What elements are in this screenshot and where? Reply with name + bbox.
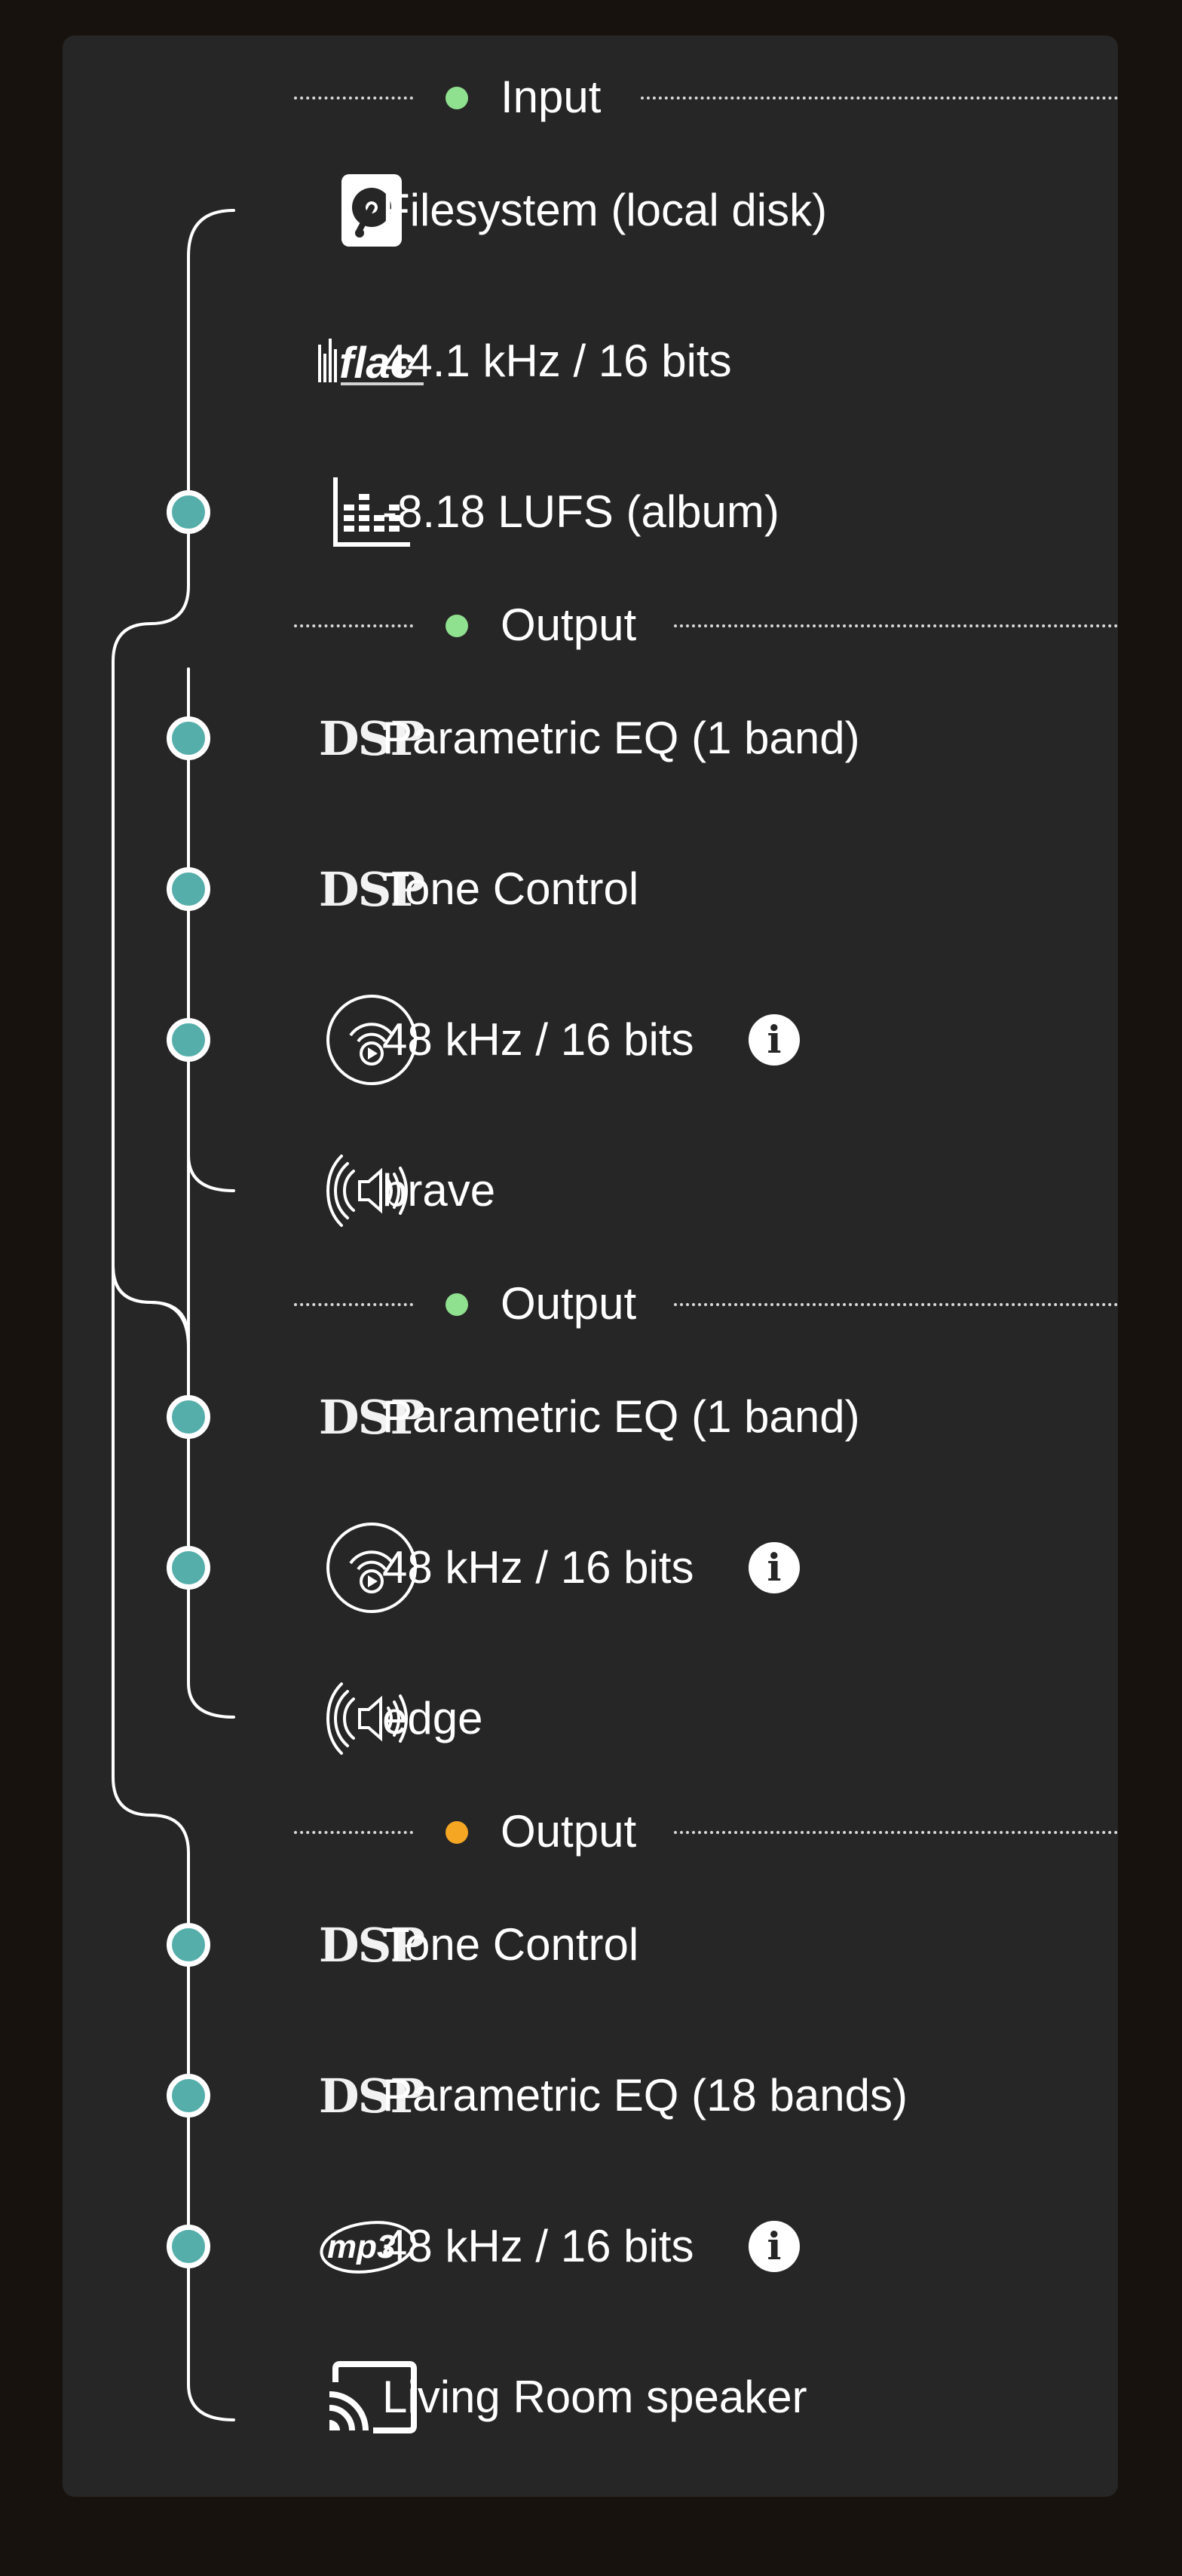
device-label: Living Room speaker bbox=[382, 2372, 807, 2422]
section-header-input: Input bbox=[294, 73, 1118, 121]
divider-left bbox=[294, 1831, 413, 1834]
section-title: Output bbox=[501, 600, 637, 650]
step-node bbox=[167, 716, 210, 760]
status-dot bbox=[446, 1293, 468, 1316]
output-2-line bbox=[112, 1265, 235, 1719]
input-node bbox=[167, 490, 210, 534]
section-header-output-1: Output bbox=[294, 601, 1118, 649]
input-source-label: Filesystem (local disk) bbox=[382, 185, 828, 235]
input-format-row: flac 44.1 kHz / 16 bits bbox=[63, 316, 1118, 406]
input-source-row: Filesystem (local disk) bbox=[63, 165, 1118, 256]
info-icon[interactable]: i bbox=[749, 2221, 800, 2272]
step-node bbox=[167, 867, 210, 911]
output-3-step-2: DSP Parametric EQ (18 bands) bbox=[63, 2050, 1118, 2141]
section-title: Output bbox=[501, 1806, 637, 1857]
divider-right bbox=[674, 1831, 1118, 1834]
section-header-output-3: Output bbox=[294, 1808, 1118, 1856]
divider-right bbox=[641, 97, 1118, 100]
step-label: Tone Control bbox=[382, 1919, 639, 1970]
output-1-step-2: DSP Tone Control bbox=[63, 844, 1118, 934]
output-3-step-3: mp3 48 kHz / 16 bits i bbox=[63, 2201, 1118, 2292]
output-3-device: Living Room speaker bbox=[63, 2352, 1118, 2443]
section-title: Input bbox=[501, 72, 602, 122]
output-2-device: edge bbox=[63, 1673, 1118, 1764]
divider-left bbox=[294, 97, 413, 100]
step-label: Tone Control bbox=[382, 863, 639, 914]
divider-left bbox=[294, 1303, 413, 1306]
section-title: Output bbox=[501, 1278, 637, 1329]
output-1-step-1: DSP Parametric EQ (1 band) bbox=[63, 693, 1118, 784]
step-label: 48 kHz / 16 bits bbox=[382, 1014, 694, 1065]
output-3-step-1: DSP Tone Control bbox=[63, 1900, 1118, 1990]
step-label: Parametric EQ (18 bands) bbox=[382, 2070, 908, 2121]
device-label: brave bbox=[382, 1165, 496, 1216]
step-label: Parametric EQ (1 band) bbox=[382, 713, 860, 763]
step-node bbox=[167, 2074, 210, 2118]
input-loudness-row: -8.18 LUFS (album) bbox=[63, 467, 1118, 557]
step-label: 48 kHz / 16 bits bbox=[382, 2221, 694, 2271]
info-icon[interactable]: i bbox=[749, 1542, 800, 1593]
output-1-device: brave bbox=[63, 1145, 1118, 1236]
info-icon[interactable]: i bbox=[749, 1014, 800, 1066]
divider-right bbox=[674, 624, 1118, 627]
step-node bbox=[167, 1018, 210, 1062]
step-label: Parametric EQ (1 band) bbox=[382, 1391, 860, 1442]
output-1-step-3: 48 kHz / 16 bits i bbox=[63, 995, 1118, 1085]
device-label: edge bbox=[382, 1693, 483, 1743]
divider-left bbox=[294, 624, 413, 627]
status-dot bbox=[446, 1821, 468, 1844]
divider-right bbox=[674, 1303, 1118, 1306]
input-format-label: 44.1 kHz / 16 bits bbox=[382, 336, 732, 386]
step-node bbox=[167, 1395, 210, 1439]
status-dot bbox=[446, 87, 468, 109]
step-node bbox=[167, 2225, 210, 2268]
input-loudness-label: -8.18 LUFS (album) bbox=[382, 486, 779, 537]
step-label: 48 kHz / 16 bits bbox=[382, 1542, 694, 1593]
signal-path-panel: Input Filesystem (local disk) flac 44.1 … bbox=[63, 35, 1118, 2497]
step-node bbox=[167, 1923, 210, 1967]
step-node bbox=[167, 1546, 210, 1590]
status-dot bbox=[446, 615, 468, 637]
output-2-step-2: 48 kHz / 16 bits i bbox=[63, 1523, 1118, 1613]
section-header-output-2: Output bbox=[294, 1280, 1118, 1328]
output-2-step-1: DSP Parametric EQ (1 band) bbox=[63, 1372, 1118, 1462]
